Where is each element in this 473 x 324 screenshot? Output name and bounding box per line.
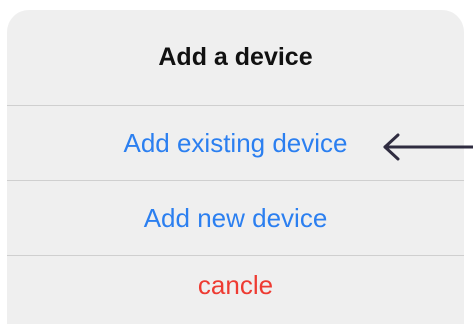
action-sheet-title: Add a device bbox=[7, 10, 464, 106]
left-arrow-icon bbox=[383, 133, 473, 161]
add-new-device-button[interactable]: Add new device bbox=[7, 181, 464, 256]
cancel-button[interactable]: cancle bbox=[7, 256, 464, 324]
add-device-action-sheet: Add a device Add existing device Add new… bbox=[7, 10, 464, 324]
screen: Add a device Add existing device Add new… bbox=[0, 0, 473, 324]
